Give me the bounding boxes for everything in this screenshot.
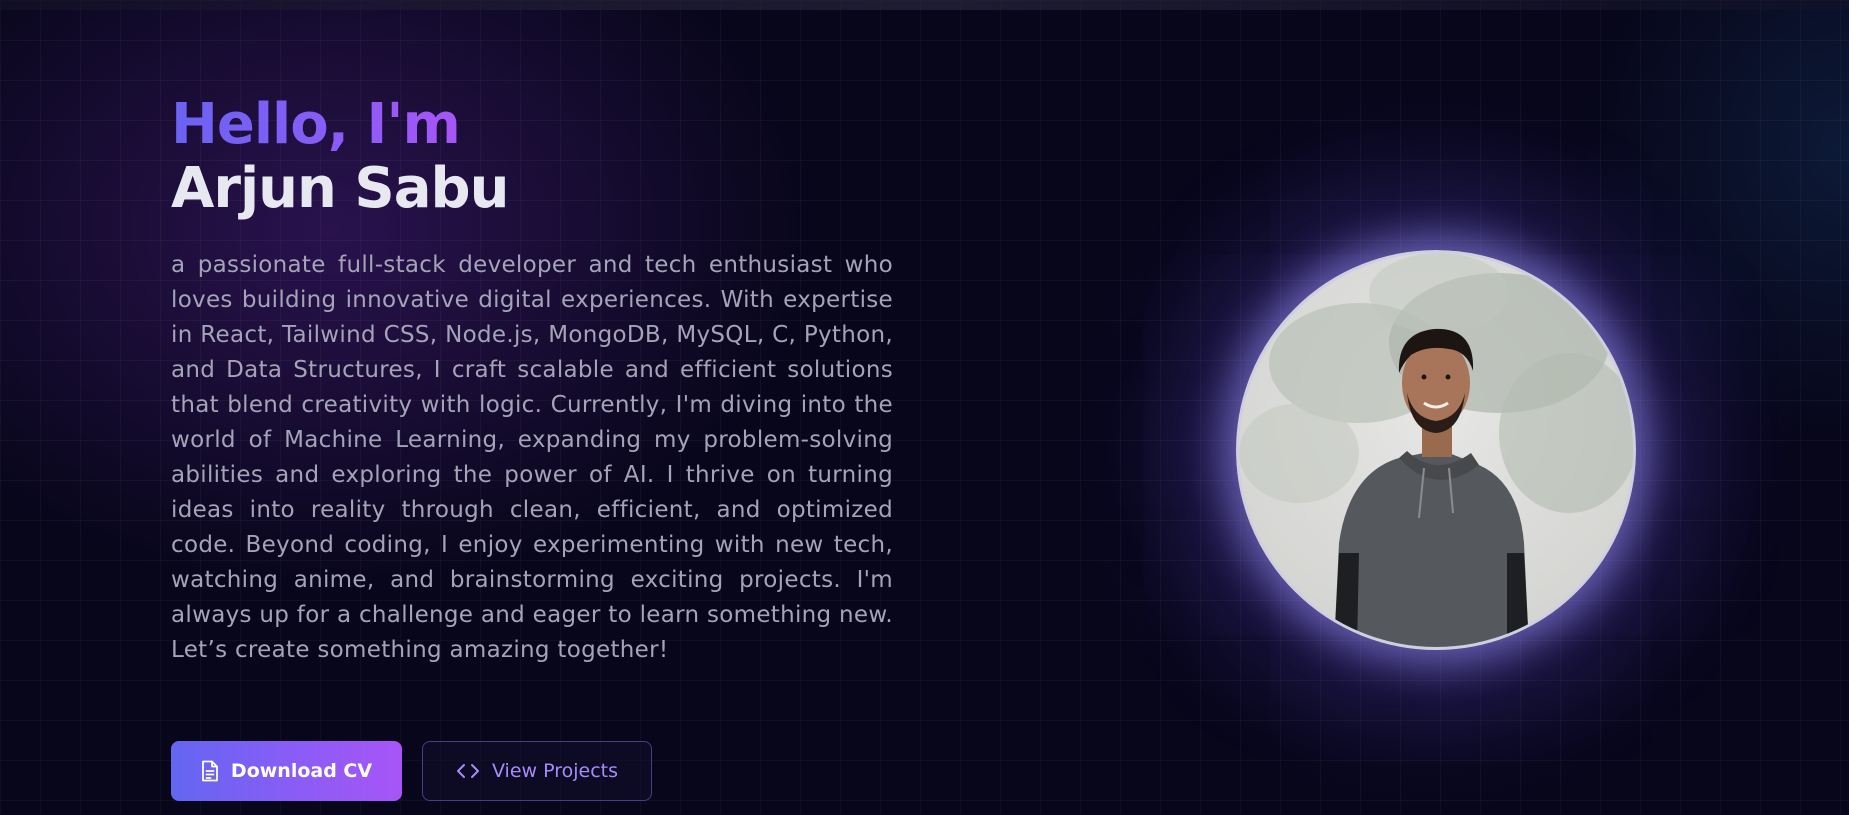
hero-name: Arjun Sabu xyxy=(171,156,509,221)
download-cv-label: Download CV xyxy=(230,760,373,782)
profile-photo-frame xyxy=(1236,250,1636,650)
profile-photo xyxy=(1236,250,1636,650)
greeting-text: Hello, I'm xyxy=(171,92,461,157)
document-icon xyxy=(201,760,219,782)
code-icon xyxy=(456,762,480,780)
view-projects-label: View Projects xyxy=(491,760,619,782)
view-projects-button[interactable]: View Projects xyxy=(422,741,652,801)
hero-section: Hello, I'm Arjun Sabu a passionate full-… xyxy=(0,0,1849,815)
download-cv-button[interactable]: Download CV xyxy=(171,741,402,801)
hero-text: Hello, I'm Arjun Sabu a passionate full-… xyxy=(171,92,893,668)
top-bar xyxy=(0,0,1849,10)
hero-actions: Download CV View Projects xyxy=(171,741,652,801)
hero-bio: a passionate full-stack developer and te… xyxy=(171,252,893,663)
